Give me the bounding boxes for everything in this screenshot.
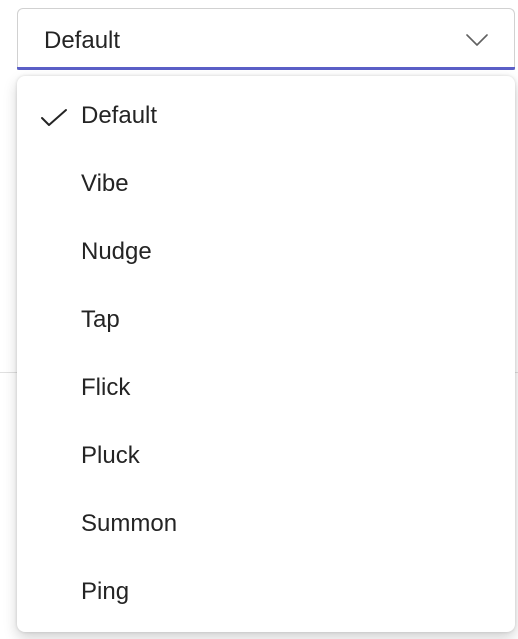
option-summon[interactable]: Summon [17,490,515,558]
notification-sound-picker: Default Default Vibe Nudge Tap Flick Plu… [0,0,518,639]
option-label: Pluck [81,442,140,469]
option-vibe[interactable]: Vibe [17,150,515,218]
dropdown-selected-value: Default [44,27,121,54]
option-tap[interactable]: Tap [17,286,515,354]
option-label: Default [81,102,158,129]
option-label: Vibe [81,170,129,197]
option-default[interactable]: Default [17,82,515,150]
checkmark-icon [41,109,67,126]
option-pluck[interactable]: Pluck [17,422,515,490]
chevron-down-icon [466,34,488,46]
dropdown-listbox: Default Vibe Nudge Tap Flick Pluck Summo… [17,76,515,632]
option-nudge[interactable]: Nudge [17,218,515,286]
sound-dropdown[interactable]: Default [17,8,515,70]
option-label: Summon [81,510,178,537]
option-label: Flick [81,374,131,401]
background-divider [0,372,18,373]
option-label: Nudge [81,238,152,265]
option-label: Tap [81,306,120,333]
option-label: Ping [81,578,130,605]
option-flick[interactable]: Flick [17,354,515,422]
option-ping[interactable]: Ping [17,558,515,626]
